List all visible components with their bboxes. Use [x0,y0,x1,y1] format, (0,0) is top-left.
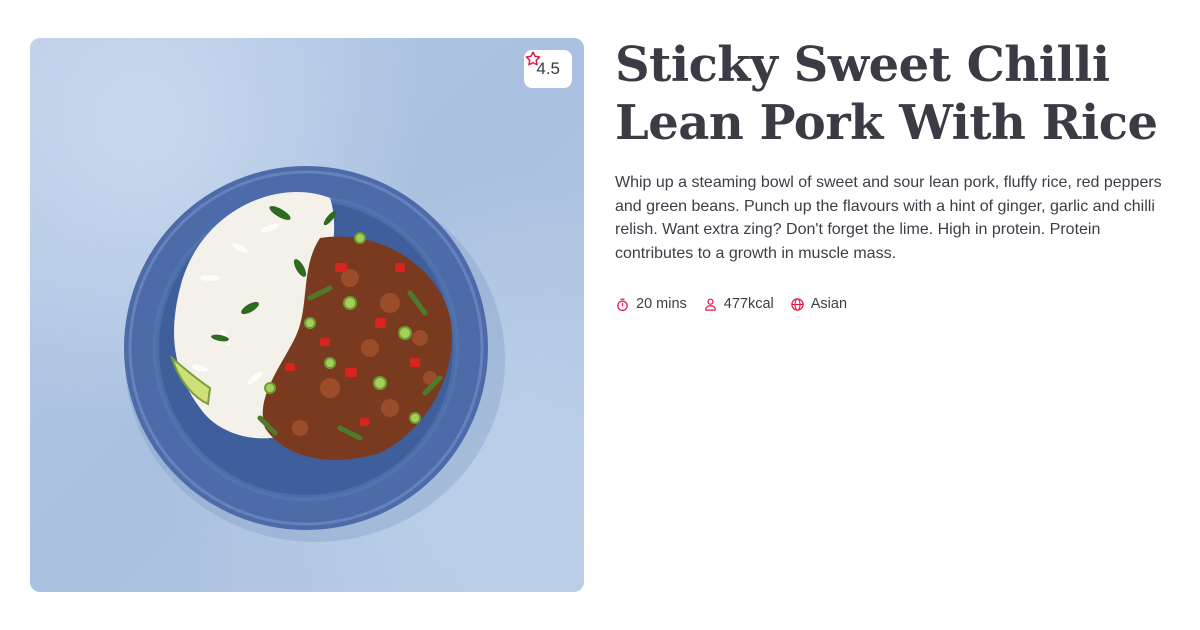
person-icon [704,298,716,311]
meta-cuisine-label: Asian [810,296,848,312]
stopwatch-icon [617,298,628,311]
recipe-image[interactable]: 4.5 [30,38,584,592]
recipe-title: Sticky Sweet Chilli Lean Pork With Rice [615,37,1158,151]
star-outline-icon [526,51,541,66]
recipe-meta: 20 mins 477kcal Asian [615,296,847,312]
recipe-description: Whip up a steaming bowl of sweet and sou… [615,174,1162,262]
rating-badge[interactable]: 4.5 [524,50,572,88]
meta-calories: 477kcal [703,296,774,312]
dish-illustration [124,166,505,542]
globe-icon [791,297,804,311]
meta-calories-label: 477kcal [723,296,774,312]
meta-time: 20 mins [615,296,687,312]
meta-time-label: 20 mins [636,296,687,312]
meta-cuisine: Asian [790,296,847,312]
